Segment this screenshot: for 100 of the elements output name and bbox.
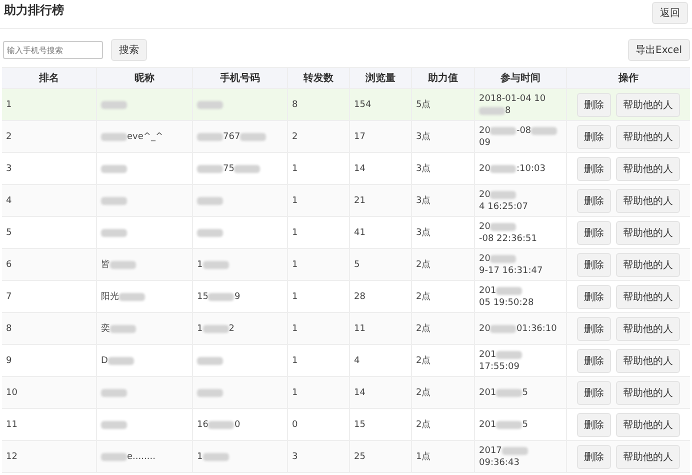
helpers-button[interactable]: 帮助他的人 [616,252,680,276]
nickname-text: D [101,356,108,366]
blurred-text [490,190,516,198]
shares-cell: 1 [292,228,298,238]
blurred-text [197,164,223,172]
blurred-text [108,356,134,364]
delete-button[interactable]: 删除 [577,348,611,372]
blurred-text [496,420,522,428]
nickname-text: 皆 [101,258,110,271]
table-row[interactable]: 2 eve^_^ 767 2 17 3点 20 -08 09 删除 帮助他的人 [2,121,690,153]
time-text: 20 [479,162,490,174]
helpers-button[interactable]: 帮助他的人 [616,316,680,340]
helpers-button[interactable]: 帮助他的人 [616,284,680,308]
points-cell-text: 3点 [416,226,431,239]
blurred-text [234,164,260,172]
views-cell: 11 [354,324,366,334]
time-text: -08 [516,124,532,136]
points-cell-text: 2点 [416,258,431,271]
blurred-text [202,452,229,460]
blurred-text [197,100,223,108]
points-cell-text: 1点 [416,450,431,463]
time-text: 20 [479,188,490,200]
views-cell: 4 [354,356,360,366]
points-cell-text: 3点 [416,162,431,175]
blurred-text [490,164,516,172]
nickname-text: eve^_^ [127,132,163,142]
delete-button[interactable]: 删除 [577,156,611,180]
blurred-text [101,132,127,140]
views-cell: 21 [354,196,366,206]
phone-text: 1 [197,260,203,270]
phone-text: 16 [197,420,208,430]
column-header: 昵称 [97,68,193,88]
blurred-text [197,228,223,236]
helpers-button[interactable]: 帮助他的人 [616,188,680,212]
phone-text: 9 [234,292,240,302]
helpers-button[interactable]: 帮助他的人 [616,124,680,148]
delete-button[interactable]: 删除 [577,412,611,436]
blurred-text [240,132,266,140]
table-row[interactable]: 6 皆 1 1 5 2点 20 9-17 16:31:47 删除 帮助他的人 [2,249,690,281]
table-row[interactable]: 8 奕 1 2 1 11 2点 20 01:36:10 删除 帮助他的人 [2,313,690,345]
delete-button[interactable]: 删除 [577,124,611,148]
blurred-text [490,324,516,332]
views-cell: 17 [354,132,366,142]
column-header: 助力值 [412,68,475,88]
helpers-button[interactable]: 帮助他的人 [616,380,680,404]
phone-text: 1 [197,452,203,462]
rank-cell: 6 [6,260,12,270]
delete-button[interactable]: 删除 [577,252,611,276]
time-text: 201 [479,418,496,430]
table-row[interactable]: 10 1 14 2点 201 5 删除 帮助他的人 [2,377,690,409]
views-cell: 14 [354,164,366,174]
points-cell-text: 3点 [416,130,431,143]
views-cell: 14 [354,388,366,398]
views-cell: 15 [354,420,366,430]
blurred-text [208,420,234,428]
views-cell: 5 [354,260,360,270]
time-text: 20 [479,220,490,232]
helpers-button[interactable]: 帮助他的人 [616,92,680,116]
blurred-text [101,164,127,172]
helpers-button[interactable]: 帮助他的人 [616,348,680,372]
blurred-text [490,222,516,230]
delete-button[interactable]: 删除 [577,220,611,244]
rank-cell: 8 [6,324,12,334]
blurred-text [208,292,234,300]
delete-button[interactable]: 删除 [577,188,611,212]
helpers-button[interactable]: 帮助他的人 [616,156,680,180]
helpers-button[interactable]: 帮助他的人 [616,220,680,244]
search-button[interactable]: 搜索 [111,39,147,61]
delete-button[interactable]: 删除 [577,380,611,404]
delete-button[interactable]: 删除 [577,444,611,468]
column-header: 操作 [617,72,640,86]
points-cell-text: 3点 [416,194,431,207]
export-excel-button[interactable]: 导出Excel [628,39,690,61]
blurred-text [119,292,145,300]
blurred-text [479,106,505,114]
delete-button[interactable]: 删除 [577,316,611,340]
blurred-text [101,228,127,236]
blurred-text [197,196,223,204]
time-text: 20 [479,322,490,334]
column-header: 参与时间 [475,68,567,88]
shares-cell: 1 [292,196,298,206]
table-row[interactable]: 12 e........ 1 3 25 1点 2017 09:36:43 删除 帮助他的人 [2,441,690,473]
blurred-text [197,388,223,396]
helpers-button[interactable]: 帮助他的人 [616,444,680,468]
points-cell-text: 2点 [416,354,431,367]
blurred-text [101,196,127,204]
blurred-text [502,446,528,454]
phone-text: 1 [197,324,203,334]
table-row[interactable]: 1 8 154 5点 2018-01-04 10 8 删除 帮助他的人 [2,89,690,121]
blurred-text [531,126,558,134]
shares-cell: 1 [292,260,298,270]
table-row[interactable]: 4 1 21 3点 20 4 16:25:07 删除 帮助他的人 [2,185,690,217]
back-button[interactable]: 返回 [652,2,688,24]
time-text: 20 [479,252,490,264]
phone-text: 2 [228,324,234,334]
helpers-button[interactable]: 帮助他的人 [616,412,680,436]
delete-button[interactable]: 删除 [577,92,611,116]
delete-button[interactable]: 删除 [577,284,611,308]
phone-text: 75 [223,164,234,174]
phone-search-field[interactable]: 输入手机号搜索 [3,41,103,59]
